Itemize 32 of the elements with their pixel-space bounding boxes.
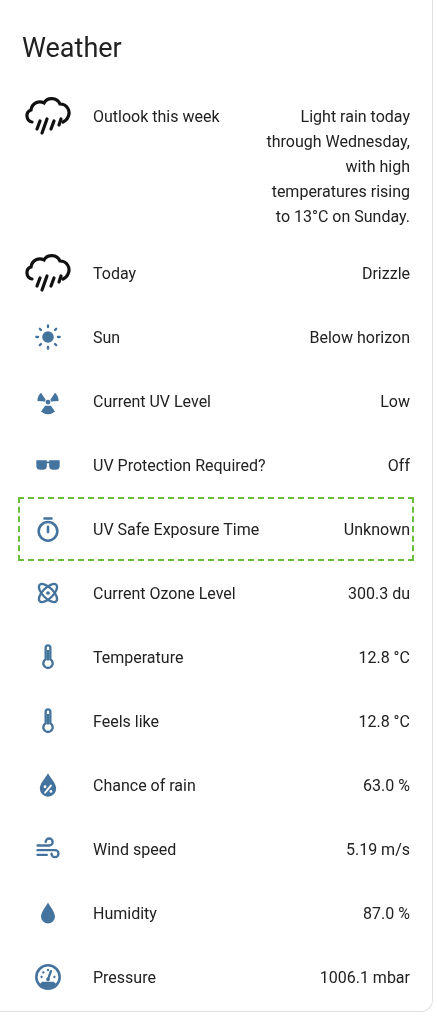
row-value: 63.0 % (363, 775, 410, 797)
row-value: 87.0 % (363, 903, 410, 925)
card-title: Weather (22, 31, 123, 66)
row-value: 1006.1 mbar (319, 967, 410, 989)
rain-cloud-icon (23, 95, 73, 137)
row-label: Sun (93, 327, 121, 349)
row-value: Off (387, 455, 410, 477)
row-value: Light rain today through Wednesday, with high temperatures rising to 13°C on Sunday. (265, 106, 410, 228)
gauge-icon (34, 963, 62, 991)
row-value: 12.8 °C (358, 647, 410, 669)
stopwatch-icon (34, 515, 62, 543)
row-value: Low (380, 391, 410, 413)
row-value: 5.19 m/s (345, 839, 410, 861)
row-label: Chance of rain (93, 775, 196, 797)
row-label: Feels like (93, 711, 159, 733)
row-value: 300.3 du (348, 583, 410, 605)
row-label: Today (93, 263, 137, 285)
row-value: Unknown (343, 519, 410, 541)
rain-cloud-icon (23, 252, 73, 294)
row-value: 12.8 °C (358, 711, 410, 733)
sun-icon (34, 323, 62, 351)
row-value: Drizzle (361, 263, 410, 285)
row-value: Below horizon (309, 327, 410, 349)
row-label: Current UV Level (93, 391, 211, 413)
row-label: Current Ozone Level (93, 583, 236, 605)
row-label: Wind speed (93, 839, 177, 861)
row-label: Outlook this week (93, 106, 220, 128)
row-label: UV Protection Required? (93, 455, 266, 477)
row-label: Pressure (93, 967, 156, 989)
row-label: UV Safe Exposure Time (93, 519, 260, 541)
row-label: Temperature (93, 647, 184, 669)
row-label: Humidity (93, 903, 157, 925)
